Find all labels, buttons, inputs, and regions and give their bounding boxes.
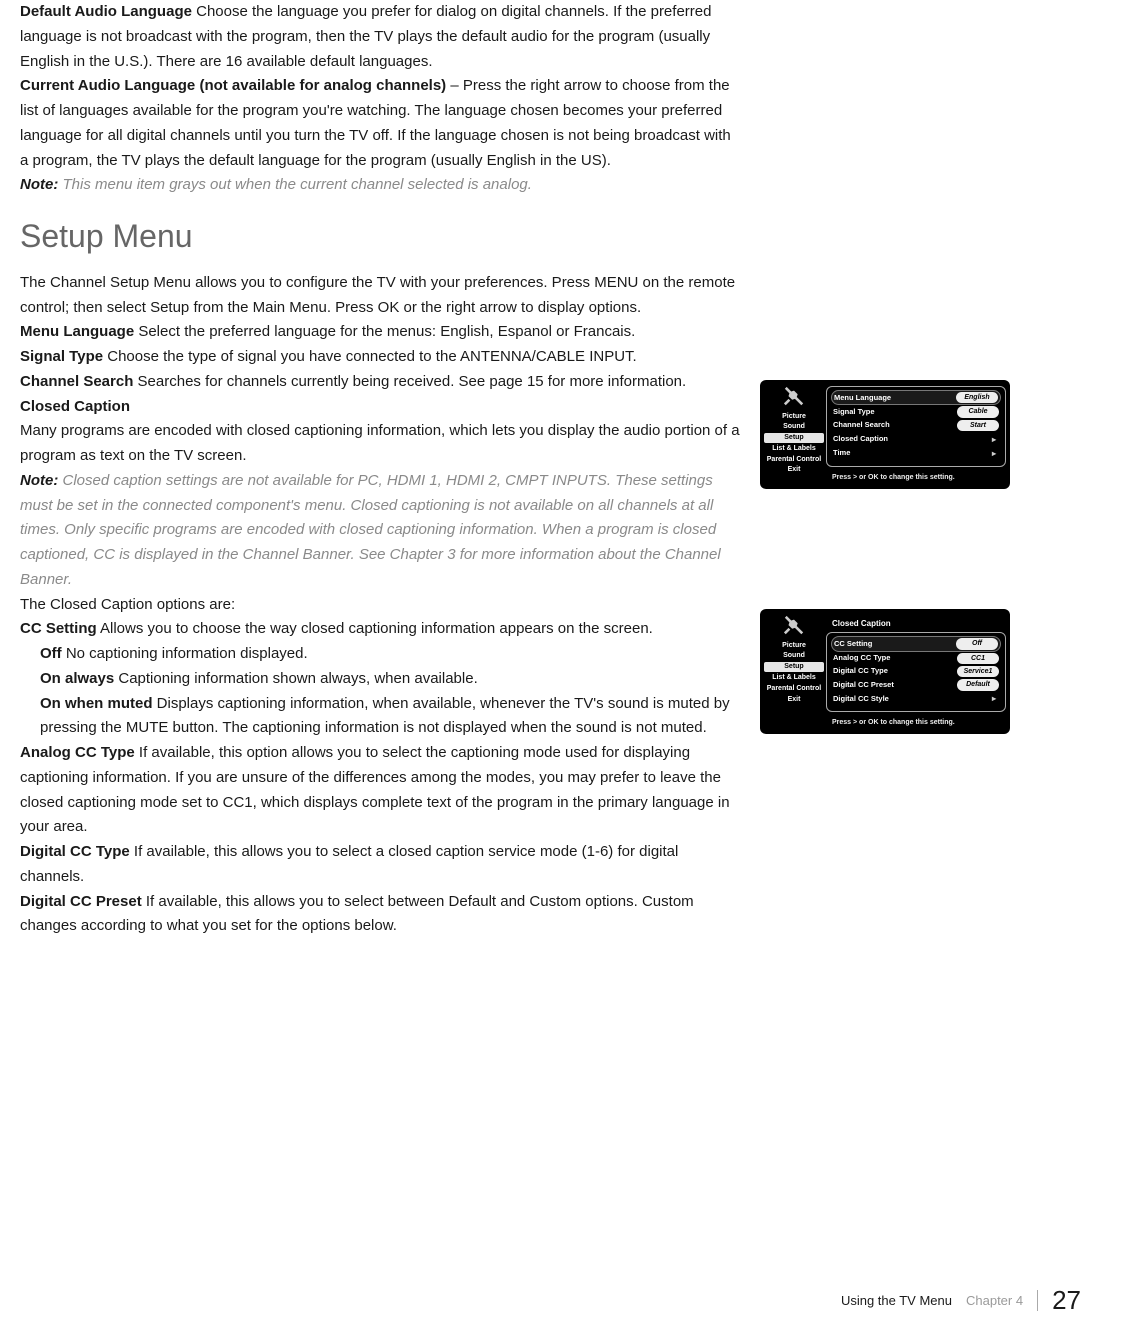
cc-setting-paragraph: CC Setting Allows you to choose the way … xyxy=(20,617,740,642)
menu-row-digital-cc-type[interactable]: Digital CC TypeService1 xyxy=(831,665,1001,678)
setup-menu-title: Setup Menu xyxy=(20,210,740,263)
menu-row-digital-cc-preset[interactable]: Digital CC PresetDefault xyxy=(831,678,1001,691)
menu-main: Closed Caption CC SettingOff Analog CC T… xyxy=(824,615,1006,730)
footer-chapter: Chapter 4 xyxy=(966,1290,1038,1311)
footer-page-number: 27 xyxy=(1038,1279,1081,1322)
sidebar-item-picture[interactable]: Picture xyxy=(764,411,824,422)
default-audio-heading: Default Audio Language xyxy=(20,3,192,20)
sidebar-item-sound[interactable]: Sound xyxy=(764,422,824,433)
footer-section: Using the TV Menu xyxy=(841,1290,966,1311)
sidebar-item-exit[interactable]: Exit xyxy=(764,694,824,705)
menu-language-paragraph: Menu Language Select the preferred langu… xyxy=(20,320,740,345)
menu-row-signal[interactable]: Signal TypeCable xyxy=(831,405,1001,418)
menu-row-digital-cc-style[interactable]: Digital CC Style▸ xyxy=(831,692,1001,706)
menu-main: Menu LanguageEnglish Signal TypeCable Ch… xyxy=(824,386,1006,485)
sidebar-item-setup[interactable]: Setup xyxy=(764,662,824,673)
closed-caption-body: Many programs are encoded with closed ca… xyxy=(20,419,740,469)
chevron-right-icon: ▸ xyxy=(992,692,999,705)
note-analog: Note: This menu item grays out when the … xyxy=(20,173,740,198)
channel-search-paragraph: Channel Search Searches for channels cur… xyxy=(20,370,740,395)
sidebar-item-list-labels[interactable]: List & Labels xyxy=(764,672,824,683)
cc-on-muted-paragraph: On when muted Displays captioning inform… xyxy=(20,692,740,742)
chevron-right-icon: ▸ xyxy=(992,433,999,446)
default-audio-paragraph: Default Audio Language Choose the langua… xyxy=(20,0,740,74)
menu-row-cc-setting[interactable]: CC SettingOff xyxy=(831,636,1001,651)
menu-row-language[interactable]: Menu LanguageEnglish xyxy=(831,390,1001,405)
cc-menu-screenshot: Picture Sound Setup List & Labels Parent… xyxy=(760,609,1010,734)
cc-submenu-title: Closed Caption xyxy=(826,615,1006,632)
menu-sidebar: Picture Sound Setup List & Labels Parent… xyxy=(764,386,824,485)
side-column: Picture Sound Setup List & Labels Parent… xyxy=(760,0,1020,939)
menu-sidebar: Picture Sound Setup List & Labels Parent… xyxy=(764,615,824,730)
tools-icon xyxy=(783,615,805,637)
sidebar-item-sound[interactable]: Sound xyxy=(764,651,824,662)
cc-on-always-paragraph: On always Captioning information shown a… xyxy=(20,667,740,692)
main-content: Default Audio Language Choose the langua… xyxy=(20,0,740,939)
current-audio-paragraph: Current Audio Language (not available fo… xyxy=(20,74,740,173)
sidebar-item-list-labels[interactable]: List & Labels xyxy=(764,443,824,454)
menu-row-time[interactable]: Time▸ xyxy=(831,446,1001,460)
menu-row-cc[interactable]: Closed Caption▸ xyxy=(831,432,1001,446)
signal-type-paragraph: Signal Type Choose the type of signal yo… xyxy=(20,345,740,370)
menu-row-search[interactable]: Channel SearchStart xyxy=(831,419,1001,432)
sidebar-item-exit[interactable]: Exit xyxy=(764,465,824,476)
menu-hint: Press > or OK to change this setting. xyxy=(826,712,1006,731)
sidebar-item-parental[interactable]: Parental Control xyxy=(764,454,824,465)
cc-off-paragraph: Off No captioning information displayed. xyxy=(20,642,740,667)
menu-row-analog-cc[interactable]: Analog CC TypeCC1 xyxy=(831,652,1001,665)
closed-caption-heading: Closed Caption xyxy=(20,398,130,415)
chevron-right-icon: ▸ xyxy=(992,447,999,460)
tools-icon xyxy=(783,386,805,408)
digital-cc-preset-paragraph: Digital CC Preset If available, this all… xyxy=(20,890,740,940)
sidebar-item-picture[interactable]: Picture xyxy=(764,640,824,651)
page-footer: Using the TV Menu Chapter 4 27 xyxy=(841,1279,1081,1322)
cc-options-intro: The Closed Caption options are: xyxy=(20,593,740,618)
setup-intro: The Channel Setup Menu allows you to con… xyxy=(20,271,740,321)
analog-cc-paragraph: Analog CC Type If available, this option… xyxy=(20,741,740,840)
menu-hint: Press > or OK to change this setting. xyxy=(826,467,1006,486)
sidebar-item-setup[interactable]: Setup xyxy=(764,433,824,444)
current-audio-heading: Current Audio Language (not available fo… xyxy=(20,77,446,94)
digital-cc-type-paragraph: Digital CC Type If available, this allow… xyxy=(20,840,740,890)
setup-menu-screenshot: Picture Sound Setup List & Labels Parent… xyxy=(760,380,1010,489)
sidebar-item-parental[interactable]: Parental Control xyxy=(764,683,824,694)
note-cc: Note: Closed caption settings are not av… xyxy=(20,469,740,593)
